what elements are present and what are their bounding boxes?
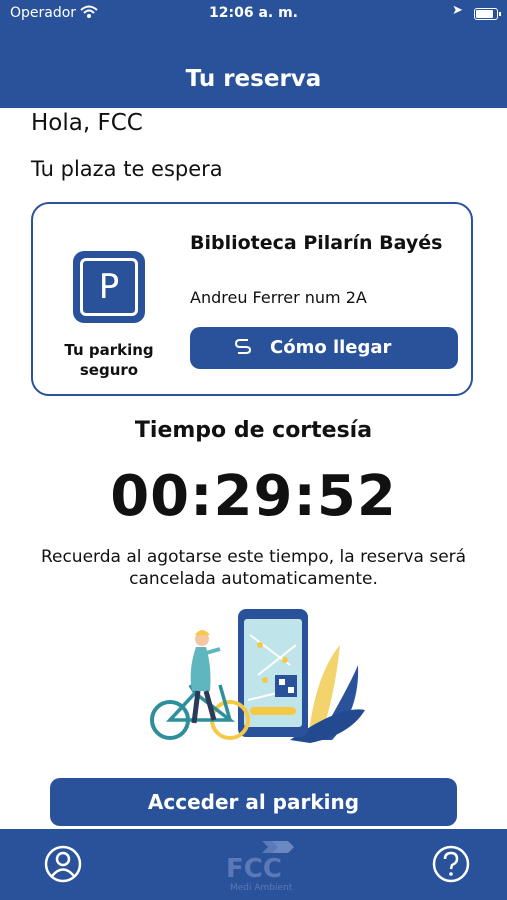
- status-time: 12:06 a. m.: [209, 5, 298, 21]
- location-arrow-icon: ➤: [452, 3, 463, 18]
- place-name: Biblioteca Pilarín Bayés: [190, 232, 443, 254]
- courtesy-timer: 00:29:52: [110, 464, 397, 529]
- place-address: Andreu Ferrer num 2A: [190, 288, 367, 307]
- access-parking-button[interactable]: Acceder al parking: [50, 778, 457, 826]
- status-bar: Operador 12:06 a. m. ➤: [0, 0, 507, 28]
- page-title: Tu reserva: [185, 66, 322, 92]
- header-bar: Operador 12:06 a. m. ➤ Tu reserva: [0, 0, 507, 108]
- route-icon: [234, 337, 252, 360]
- user-icon[interactable]: [44, 845, 82, 883]
- logo-subtext: Medi Ambient: [230, 883, 293, 893]
- directions-button[interactable]: Cómo llegar: [190, 327, 458, 369]
- parking-icon: P: [73, 251, 145, 323]
- logo-text: FCC: [226, 854, 282, 884]
- subtitle-text: Tu plaza te espera: [31, 157, 223, 181]
- fcc-logo: FCC Medi Ambient: [226, 841, 294, 893]
- parking-icon-letter: P: [80, 258, 138, 316]
- parking-icon-label: Tu parking seguro: [64, 341, 154, 379]
- courtesy-title: Tiempo de cortesía: [134, 418, 373, 443]
- courtesy-note: Recuerda al agotarse este tiempo, la res…: [40, 547, 467, 589]
- reservation-card: P Tu parking seguro Biblioteca Pilarín B…: [31, 202, 473, 396]
- battery-icon: [474, 8, 501, 20]
- bike-phone-illustration: [150, 609, 365, 743]
- bottom-nav: FCC Medi Ambient: [0, 829, 507, 900]
- greeting-text: Hola, FCC: [31, 110, 143, 136]
- directions-button-label: Cómo llegar: [270, 337, 392, 358]
- help-icon[interactable]: [432, 845, 470, 883]
